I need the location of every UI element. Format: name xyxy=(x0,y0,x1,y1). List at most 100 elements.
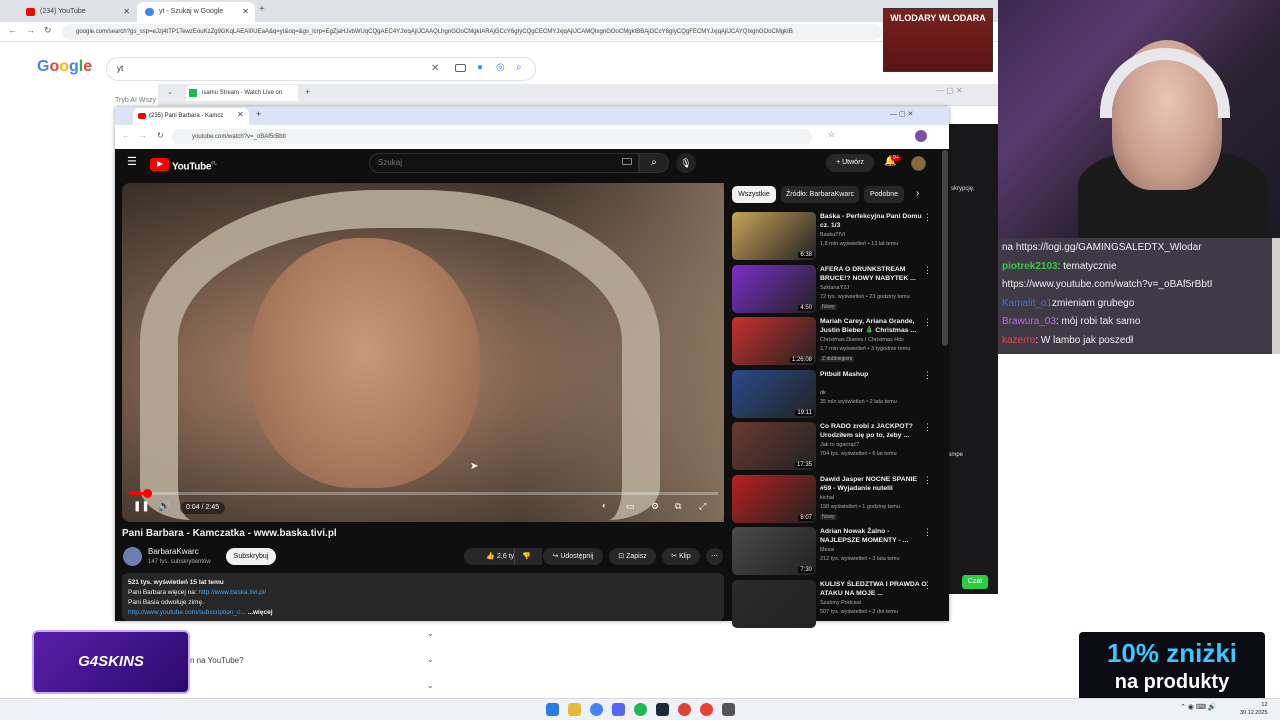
mic-icon[interactable]: ● xyxy=(477,62,483,73)
search-button[interactable]: ⌕ xyxy=(639,153,669,173)
video-title[interactable]: Mariah Carey, Ariana Grande, Justin Bieb… xyxy=(820,317,928,335)
channel-name[interactable]: kichal xyxy=(820,495,834,501)
volume-icon[interactable]: 🔊 xyxy=(158,501,170,512)
video-thumbnail[interactable]: 4:50 xyxy=(732,264,816,313)
lens-icon[interactable]: ◎ xyxy=(496,62,505,73)
chrome-alt-icon[interactable] xyxy=(678,703,691,716)
dislike-button[interactable]: 👎 xyxy=(514,548,538,565)
profile-avatar-icon[interactable] xyxy=(915,130,927,142)
chips-next-icon[interactable]: › xyxy=(916,188,919,199)
close-tab-icon[interactable]: ✕ xyxy=(242,2,249,22)
chip-source[interactable]: Źródło: BarbaraKwarc xyxy=(781,186,859,203)
keyboard-icon[interactable] xyxy=(622,158,632,165)
channel-name[interactable]: Szalony Podcast xyxy=(820,600,861,606)
forward-icon[interactable]: → xyxy=(139,131,147,140)
start-icon[interactable] xyxy=(546,703,559,716)
file-explorer-icon[interactable] xyxy=(568,703,581,716)
channel-name[interactable]: BarbaraKwarc xyxy=(148,547,199,556)
more-options-icon[interactable]: ⋮ xyxy=(923,527,932,538)
related-video[interactable]: 6:38 Baśka - Perfekcyjna Pani Domu cz. 1/… xyxy=(732,212,942,262)
reload-icon[interactable]: ↻ xyxy=(157,131,164,140)
outer-tab-youtube[interactable]: (234) YouTube ✕ xyxy=(18,2,136,22)
channel-avatar[interactable] xyxy=(123,547,142,566)
channel-name[interactable]: Messi xyxy=(820,547,834,553)
bookmark-icon[interactable]: ☆ xyxy=(828,130,835,139)
save-button[interactable]: ⊡ Zapisz xyxy=(609,548,656,565)
chip-similar[interactable]: Podobne xyxy=(864,186,904,203)
channel-name[interactable]: SzklanaY2J xyxy=(820,285,849,291)
channel-name[interactable]: BaskaTIVI xyxy=(820,232,845,238)
expand-icon[interactable]: ⌄ xyxy=(427,655,434,664)
subscribe-button[interactable]: Subskrybuj xyxy=(226,548,276,565)
pause-icon[interactable]: ❚❚ xyxy=(133,501,150,512)
related-video[interactable]: 1:26:08 Mariah Carey, Ariana Grande, Just… xyxy=(732,317,942,367)
system-clock[interactable]: 12 30.12.2025 xyxy=(1240,701,1268,717)
search-icon[interactable]: ⌕ xyxy=(516,62,522,73)
more-options-icon[interactable]: ⋮ xyxy=(923,475,932,486)
tab-list-icon[interactable]: ⌄ xyxy=(167,88,173,96)
video-title[interactable]: Baśka - Perfekcyjna Pani Domu cz. 1/3 xyxy=(820,212,928,230)
related-video[interactable]: 19:11 Pitbull Mashup dk 35 mln wyświetleń •… xyxy=(732,369,942,420)
progress-bar[interactable] xyxy=(130,492,718,495)
app-icon[interactable] xyxy=(700,703,713,716)
related-video[interactable]: KULISY ŚLEDZTWA I PRAWDA O ATAKU NA MOJE… xyxy=(732,579,942,630)
youtube-scrollbar[interactable] xyxy=(942,150,948,346)
chat-username[interactable]: piotrek2103 xyxy=(1002,261,1058,272)
subtitles-icon[interactable]: ▭ xyxy=(626,501,635,512)
video-title[interactable]: Adrian Nowak Żalno - NAJLEPSZE MOMENTY -… xyxy=(820,527,928,545)
menu-icon[interactable]: ☰ xyxy=(127,155,137,168)
close-tab-icon[interactable]: ✕ xyxy=(123,2,130,22)
stream-tab[interactable]: isamu Stream - Watch Live on xyxy=(186,85,298,101)
chat-username[interactable]: Brawura_03 xyxy=(1002,316,1056,327)
progress-scrubber[interactable] xyxy=(143,489,152,498)
chat-button[interactable]: Czat xyxy=(962,575,988,589)
more-options-icon[interactable]: ⋮ xyxy=(923,422,932,433)
video-thumbnail[interactable]: 19:11 xyxy=(732,369,816,418)
youtube-tab[interactable]: (235) Pani Barbara - Kamcz xyxy=(133,108,249,125)
window-controls[interactable]: — ▢ ✕ xyxy=(936,86,963,95)
clip-button[interactable]: ✂ Klip xyxy=(662,548,700,565)
window-controls[interactable]: — ▢ ✕ xyxy=(890,110,913,118)
chat-username[interactable]: Kamalit_o1 xyxy=(1002,298,1052,309)
create-button[interactable]: + Utwórz xyxy=(826,154,874,172)
expand-icon[interactable]: ⌄ xyxy=(427,681,434,690)
tray-icons[interactable]: ⌃ ◉ ⌨ 🔊 xyxy=(1180,703,1220,716)
keyboard-icon[interactable] xyxy=(455,64,466,72)
channel-name[interactable]: dk xyxy=(820,390,826,396)
video-thumbnail[interactable] xyxy=(732,579,816,628)
show-more[interactable]: ...więcej xyxy=(246,609,273,616)
google-search-input[interactable]: yt xyxy=(106,57,536,81)
people-also-ask-item[interactable]: n na YouTube? xyxy=(190,656,244,665)
steam-icon[interactable] xyxy=(656,703,669,716)
voice-search-button[interactable]: 🎙 xyxy=(676,153,696,173)
autoplay-toggle[interactable]: ◐ xyxy=(602,501,607,510)
more-options-icon[interactable]: ⋮ xyxy=(923,370,932,381)
related-video[interactable]: 7:30 Adrian Nowak Żalno - NAJLEPSZE MOMEN… xyxy=(732,527,942,577)
close-tab-icon[interactable]: ✕ xyxy=(237,110,244,119)
forward-icon[interactable]: → xyxy=(26,25,35,35)
chrome-icon[interactable] xyxy=(590,703,603,716)
chat-username[interactable]: kazerro xyxy=(1002,335,1035,346)
outer-tab-google[interactable]: yt - Szukaj w Google ✕ xyxy=(137,2,255,22)
related-video[interactable]: 17:35 Co RADO zrobi z JACKPOT? Urodziłem … xyxy=(732,422,942,472)
channel-name[interactable]: Christmas Diaries I Christmas Hits xyxy=(820,337,904,343)
more-options-icon[interactable]: ⋮ xyxy=(923,265,932,276)
reload-icon[interactable]: ↻ xyxy=(44,25,52,36)
chip-all[interactable]: Wszystkie xyxy=(732,186,776,203)
back-icon[interactable]: ← xyxy=(122,131,130,140)
video-title[interactable]: AFERA O DRUNKSTREAM BRUCE!? NOWY NABYTEK… xyxy=(820,265,928,283)
expand-icon[interactable]: ⌄ xyxy=(427,629,434,638)
miniplayer-icon[interactable]: ⧉ xyxy=(675,501,681,512)
video-thumbnail[interactable]: 17:35 xyxy=(732,422,816,470)
back-icon[interactable]: ← xyxy=(8,25,17,35)
youtube-address-bar[interactable]: youtube.com/watch?v=_oBAf5rBbtI xyxy=(172,129,812,145)
video-thumbnail[interactable]: 1:26:08 xyxy=(732,317,816,365)
channel-name[interactable]: Jak to ogarnąć? xyxy=(820,442,859,448)
desc-link[interactable]: http://www.youtube.com/subscription_c... xyxy=(128,609,246,616)
video-title[interactable]: Pitbull Mashup xyxy=(820,370,928,379)
discord-icon[interactable] xyxy=(612,703,625,716)
more-actions-icon[interactable]: ⋯ xyxy=(706,548,723,565)
video-description[interactable]: 521 tys. wyświetleń 15 lat temu Pani Bar… xyxy=(122,573,724,621)
avatar[interactable] xyxy=(911,156,926,171)
youtube-logo[interactable]: YouTubePL xyxy=(150,157,217,172)
